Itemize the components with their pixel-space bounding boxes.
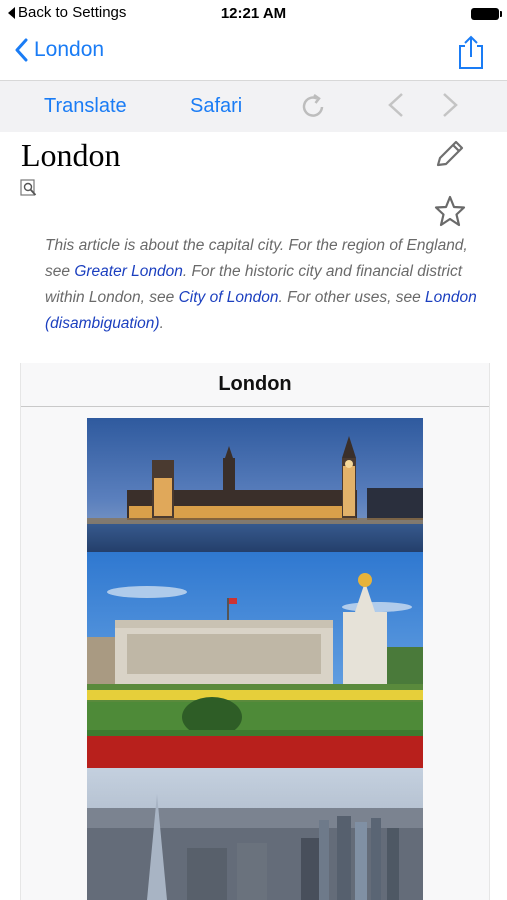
buckingham-palace-photo[interactable] xyxy=(87,552,423,768)
status-bar: Back to Settings 12:21 AM xyxy=(0,0,507,28)
go-back-icon[interactable] xyxy=(386,92,406,118)
city-of-london-link[interactable]: City of London xyxy=(179,289,279,306)
buckingham-palace-image xyxy=(87,552,423,768)
edit-pencil-icon[interactable] xyxy=(434,139,466,169)
westminster-photo[interactable] xyxy=(87,418,423,552)
safari-button[interactable]: Safari xyxy=(190,95,242,118)
browser-toolbar: Translate Safari xyxy=(0,81,507,132)
infobox: London xyxy=(20,363,490,900)
city-skyline-photo[interactable] xyxy=(87,768,423,900)
nav-back-label: London xyxy=(34,38,105,61)
reload-icon[interactable] xyxy=(300,92,328,120)
battery-icon xyxy=(471,8,502,20)
infobox-title: London xyxy=(21,363,489,407)
city-skyline-image xyxy=(87,768,423,900)
hatnote-text: . For other uses, see xyxy=(278,289,426,306)
chevron-left-icon xyxy=(15,38,28,62)
star-icon[interactable] xyxy=(433,195,467,227)
status-time: 12:21 AM xyxy=(220,5,287,22)
article-title: London xyxy=(21,137,121,173)
share-button[interactable] xyxy=(457,34,485,75)
hatnote-text: . xyxy=(159,315,164,332)
westminster-image xyxy=(87,418,423,552)
article-hatnote: This article is about the capital city. … xyxy=(45,233,490,337)
nav-back-button[interactable]: London xyxy=(14,38,104,62)
share-icon xyxy=(459,35,483,69)
go-forward-icon[interactable] xyxy=(440,92,460,118)
page-search-icon[interactable] xyxy=(20,179,38,197)
greater-london-link[interactable]: Greater London xyxy=(74,263,183,280)
translate-button[interactable]: Translate xyxy=(44,95,127,118)
navigation-bar: London xyxy=(0,28,507,81)
